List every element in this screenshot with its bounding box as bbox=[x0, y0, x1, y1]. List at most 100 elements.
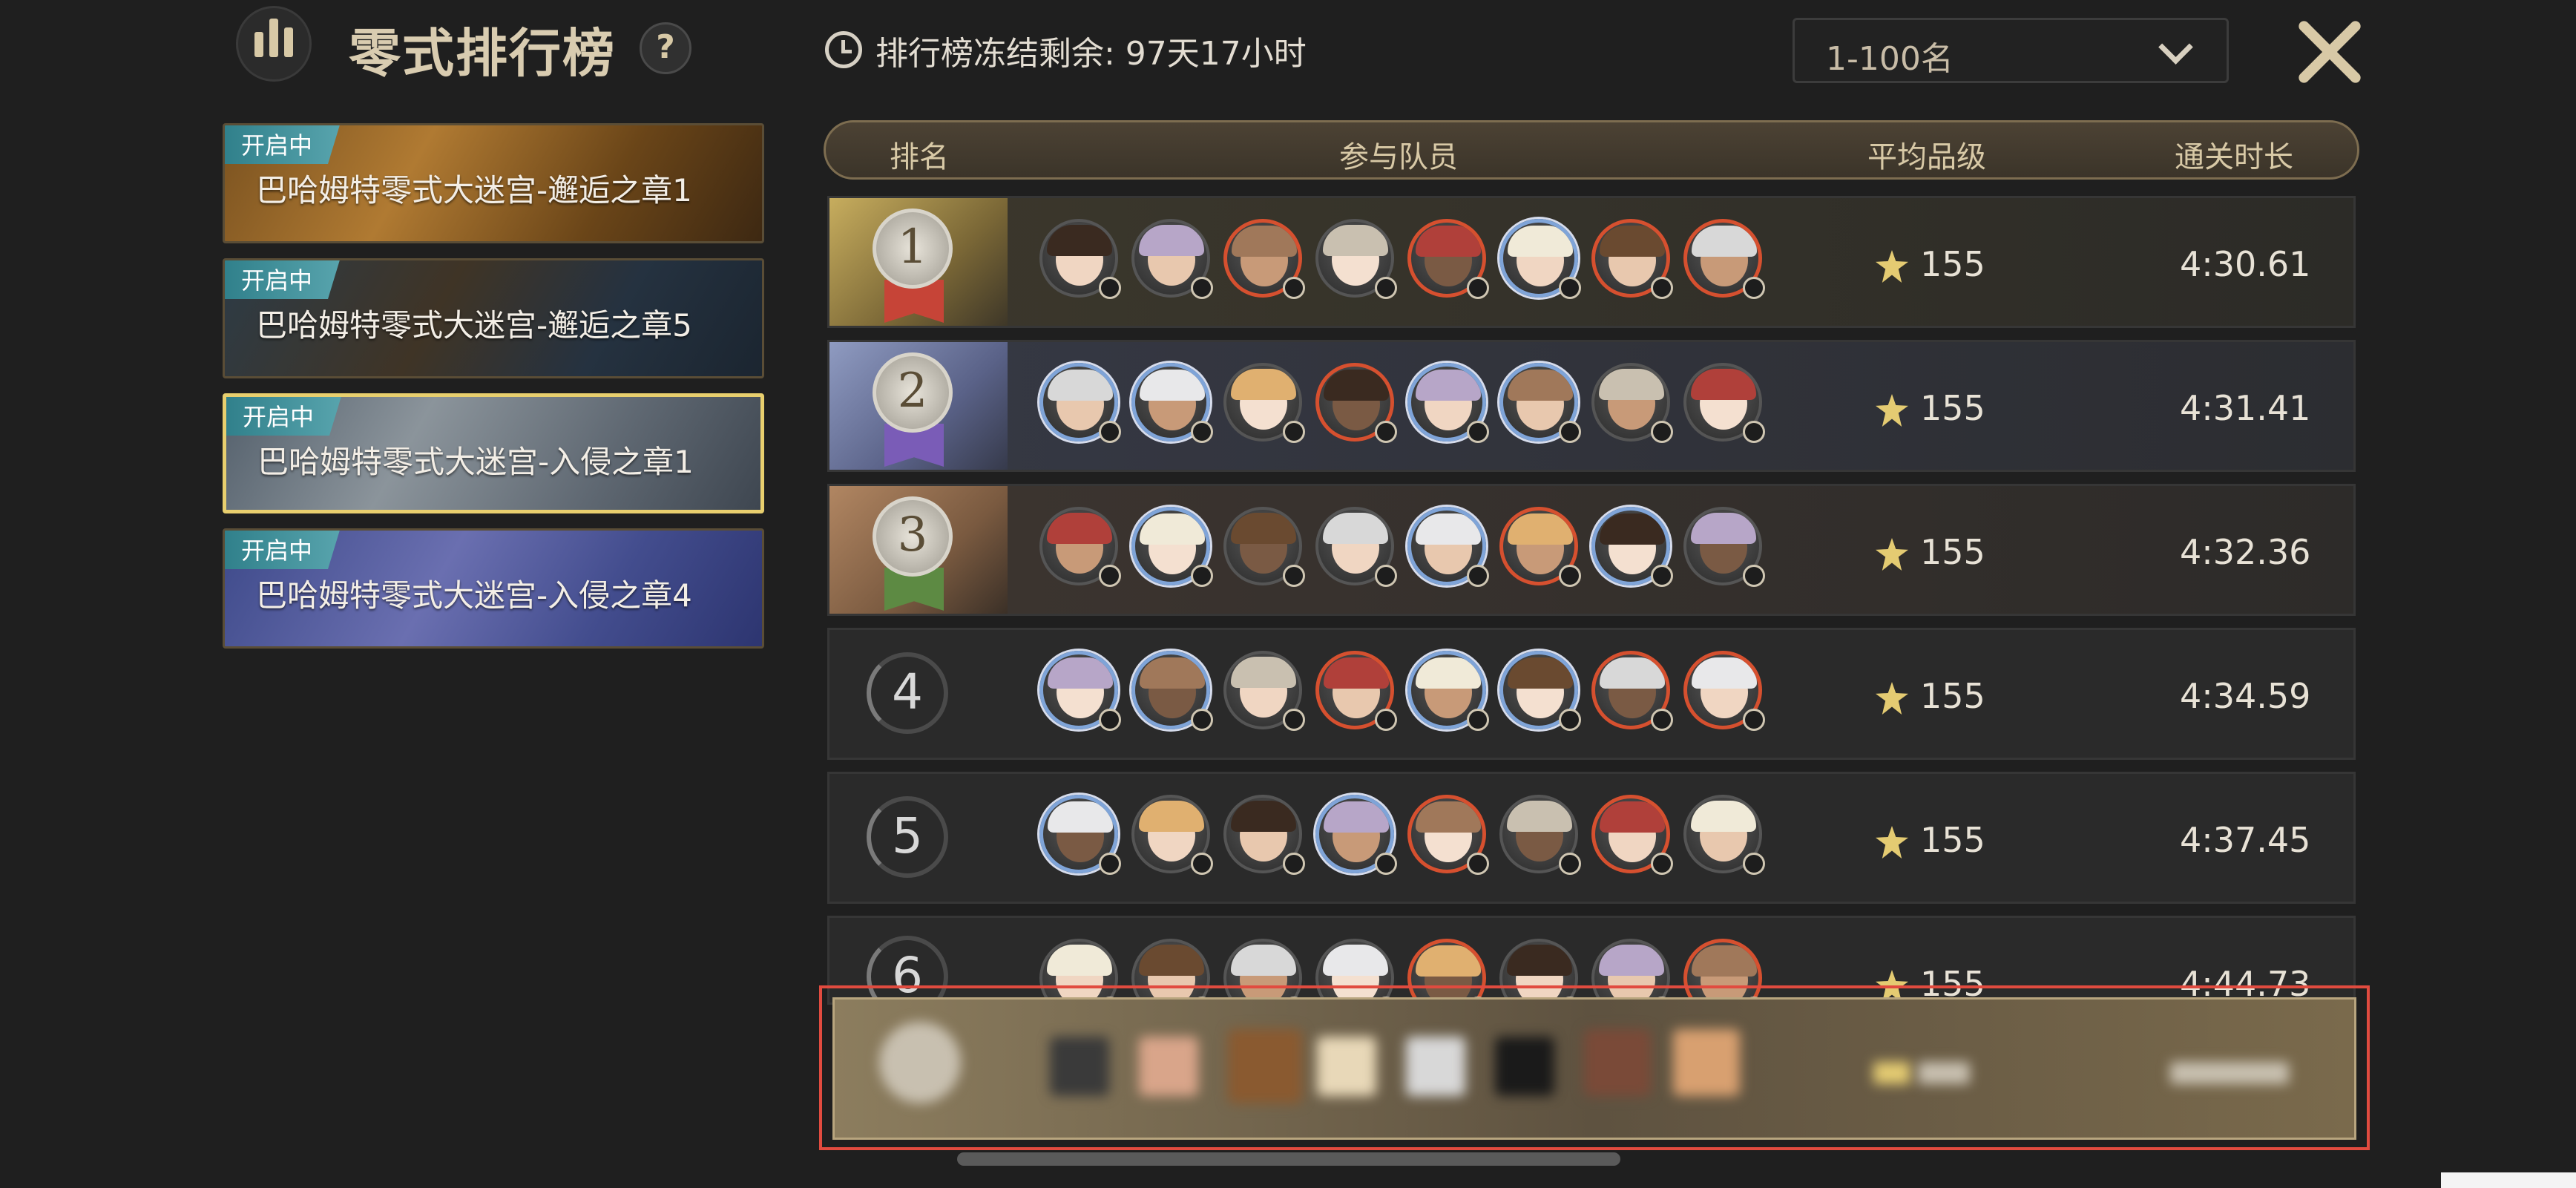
job-icon bbox=[1559, 853, 1581, 875]
job-icon bbox=[1743, 277, 1765, 299]
avatar-hair bbox=[1508, 226, 1573, 257]
avatar-hair bbox=[1416, 801, 1481, 833]
avatar-hair bbox=[1231, 945, 1296, 976]
table-row[interactable]: 2 155 4:31.41 bbox=[827, 340, 2356, 472]
rank-medal: 2 bbox=[873, 352, 953, 433]
avatar-hair bbox=[1139, 801, 1204, 832]
item-level-icon bbox=[1876, 538, 1908, 571]
job-icon bbox=[1743, 853, 1765, 875]
avatar-hair bbox=[1416, 370, 1481, 401]
blurred-content bbox=[2170, 1062, 2289, 1084]
col-ilvl: 平均品级 bbox=[1867, 140, 1986, 174]
job-icon bbox=[1191, 709, 1213, 731]
status-tag-label: 开启中 bbox=[241, 131, 313, 160]
avatar-hair bbox=[1508, 370, 1573, 401]
horizontal-scrollbar[interactable] bbox=[957, 1152, 1620, 1166]
clock-icon bbox=[825, 31, 862, 68]
own-rank-row[interactable] bbox=[819, 985, 2370, 1150]
job-icon bbox=[1559, 565, 1581, 587]
close-button[interactable] bbox=[2293, 15, 2367, 89]
stage-item[interactable]: 开启中 巴哈姆特零式大迷宫-入侵之章4 bbox=[223, 528, 764, 649]
table-row[interactable]: 4 155 4:34.59 bbox=[827, 628, 2356, 760]
job-icon bbox=[1099, 853, 1121, 875]
blurred-content bbox=[1228, 1029, 1302, 1103]
stage-name: 巴哈姆特零式大迷宫-入侵之章1 bbox=[257, 444, 694, 480]
status-tag-label: 开启中 bbox=[241, 536, 313, 565]
avg-item-level: 155 bbox=[1920, 244, 1985, 284]
freeze-countdown: 排行榜冻结剩余: 97天17小时 bbox=[875, 35, 1307, 73]
job-icon bbox=[1191, 853, 1213, 875]
avatar-hair bbox=[1600, 801, 1665, 833]
help-button[interactable]: ? bbox=[640, 22, 691, 74]
avatar-hair bbox=[1600, 513, 1665, 545]
job-icon bbox=[1375, 709, 1397, 731]
avatar-hair bbox=[1416, 226, 1481, 257]
job-icon bbox=[1651, 421, 1673, 443]
avatar-hair bbox=[1231, 513, 1296, 544]
col-members: 参与队员 bbox=[1339, 140, 1458, 174]
job-icon bbox=[1283, 709, 1305, 731]
rank-range-value: 1-100名 bbox=[1826, 40, 1954, 78]
job-icon bbox=[1283, 853, 1305, 875]
avatar-hair bbox=[1047, 513, 1112, 544]
clear-time: 4:32.36 bbox=[2180, 532, 2311, 572]
avatar-hair bbox=[1692, 945, 1757, 977]
job-icon bbox=[1099, 277, 1121, 299]
job-icon bbox=[1099, 421, 1121, 443]
stage-name: 巴哈姆特零式大迷宫-入侵之章4 bbox=[256, 577, 692, 614]
stage-item[interactable]: 开启中 巴哈姆特零式大迷宫-邂逅之章5 bbox=[223, 258, 764, 378]
job-icon bbox=[1651, 277, 1673, 299]
avatar-hair bbox=[1139, 945, 1204, 976]
job-icon bbox=[1743, 565, 1765, 587]
avatar-hair bbox=[1508, 513, 1573, 545]
avatar-hair bbox=[1507, 801, 1572, 832]
avatar-hair bbox=[1323, 513, 1388, 544]
avatar-hair bbox=[1599, 945, 1664, 976]
avatar-hair bbox=[1691, 369, 1756, 400]
avatar-hair bbox=[1600, 226, 1665, 257]
table-row[interactable]: 1 155 4:30.61 bbox=[827, 196, 2356, 328]
page-title: 零式排行榜 bbox=[349, 22, 616, 84]
avatar-hair bbox=[1140, 370, 1205, 401]
avatar-hair bbox=[1416, 513, 1481, 545]
table-row[interactable]: 3 155 4:32.36 bbox=[827, 484, 2356, 616]
job-icon bbox=[1651, 565, 1673, 587]
job-icon bbox=[1191, 277, 1213, 299]
avatar-hair bbox=[1416, 657, 1481, 689]
chevron-down-icon bbox=[2158, 30, 2193, 65]
clear-time: 4:30.61 bbox=[2180, 244, 2311, 284]
job-icon bbox=[1651, 709, 1673, 731]
corner-overlay bbox=[2441, 1172, 2576, 1188]
avatar-hair bbox=[1140, 657, 1205, 689]
job-icon bbox=[1283, 565, 1305, 587]
blurred-content bbox=[1584, 1029, 1651, 1096]
avatar-hair bbox=[1048, 801, 1113, 833]
job-icon bbox=[1467, 853, 1489, 875]
item-level-icon bbox=[1876, 250, 1908, 283]
job-icon bbox=[1375, 277, 1397, 299]
stage-item-selected[interactable]: 开启中 巴哈姆特零式大迷宫-入侵之章1 bbox=[223, 393, 764, 513]
stage-item[interactable]: 开启中 巴哈姆特零式大迷宫-邂逅之章1 bbox=[223, 123, 764, 243]
ranking-bars-icon[interactable] bbox=[236, 6, 312, 82]
blurred-content bbox=[1918, 1062, 1970, 1084]
avatar-hair bbox=[1691, 801, 1756, 832]
rank-range-select[interactable]: 1-100名 bbox=[1793, 18, 2229, 83]
job-icon bbox=[1467, 709, 1489, 731]
status-tag-label: 开启中 bbox=[241, 266, 313, 295]
rank-number: 5 bbox=[867, 796, 948, 878]
avatar-hair bbox=[1048, 370, 1113, 401]
job-icon bbox=[1099, 709, 1121, 731]
rank-cell: 4 bbox=[829, 630, 1008, 758]
avatar-hair bbox=[1231, 369, 1296, 400]
stage-name: 巴哈姆特零式大迷宫-邂逅之章1 bbox=[256, 172, 692, 209]
avatar-hair bbox=[1692, 226, 1757, 257]
avatar-hair bbox=[1323, 225, 1388, 256]
avg-item-level: 155 bbox=[1920, 820, 1985, 860]
col-time: 通关时长 bbox=[2175, 140, 2293, 174]
table-row[interactable]: 5 155 4:37.45 bbox=[827, 772, 2356, 904]
job-icon bbox=[1467, 421, 1489, 443]
job-icon bbox=[1375, 421, 1397, 443]
avatar-hair bbox=[1600, 657, 1665, 689]
avg-item-level: 155 bbox=[1920, 388, 1985, 428]
avatar-hair bbox=[1047, 945, 1112, 976]
